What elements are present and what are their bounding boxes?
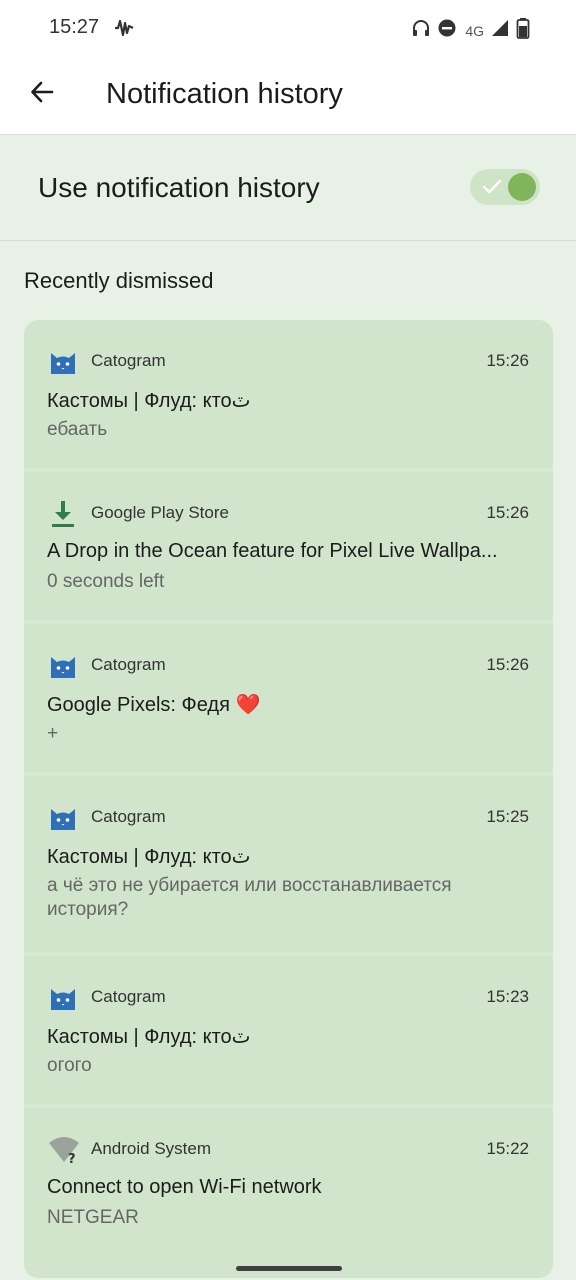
- notification-body: огого: [47, 1055, 92, 1076]
- app-name: Catogram: [91, 655, 166, 674]
- notification-title: Google Pixels: Федя ❤️: [47, 694, 261, 716]
- notification-item[interactable]: Catogram 15:26 Google Pixels: Федя ❤️ +: [24, 624, 553, 776]
- gesture-nav-handle[interactable]: [236, 1266, 342, 1271]
- notification-item[interactable]: Catogram 15:23 Кастомы | Флуд: ктоٽ огог…: [24, 956, 553, 1108]
- notification-time: 15:25: [486, 807, 529, 826]
- status-time: 15:27: [49, 16, 100, 38]
- download-icon: [48, 499, 78, 529]
- page-title: Notification history: [106, 78, 343, 110]
- app-name: Catogram: [91, 987, 166, 1006]
- app-name: Catogram: [91, 351, 166, 370]
- notification-title: Кастомы | Флуд: ктоٽ: [47, 1026, 251, 1048]
- notification-title: Кастомы | Флуд: ктоٽ: [47, 390, 251, 412]
- notification-item[interactable]: Google Play Store 15:26 A Drop in the Oc…: [24, 472, 553, 624]
- notification-body: ебаать: [47, 419, 108, 440]
- notification-time: 15:26: [486, 351, 529, 370]
- signal-icon: [490, 18, 510, 43]
- notification-time: 15:26: [486, 655, 529, 674]
- app-name: Android System: [91, 1139, 211, 1158]
- check-icon: [482, 179, 502, 200]
- notification-time: 15:22: [486, 1139, 529, 1158]
- arrow-back-icon: [29, 79, 55, 110]
- notification-title: A Drop in the Ocean feature for Pixel Li…: [47, 540, 498, 562]
- section-recently-dismissed: Recently dismissed: [24, 268, 214, 293]
- app-name: Google Play Store: [91, 503, 229, 522]
- network-type: 4G: [465, 22, 484, 39]
- notification-body: 0 seconds left: [47, 571, 165, 592]
- wifi-question-icon: ?: [48, 1135, 79, 1167]
- cat-icon: [48, 803, 78, 833]
- headphones-icon: [411, 18, 431, 43]
- notification-list: Catogram 15:26 Кастомы | Флуд: ктоٽ ебаа…: [24, 320, 553, 1278]
- cat-icon: [48, 347, 78, 377]
- notification-body: NETGEAR: [47, 1207, 139, 1228]
- do-not-disturb-icon: [437, 18, 457, 43]
- cat-icon: [48, 651, 78, 681]
- use-history-switch[interactable]: [470, 169, 540, 205]
- activity-icon: [113, 17, 135, 44]
- use-history-label: Use notification history: [38, 172, 320, 203]
- notification-item[interactable]: ? Android System 15:22 Connect to open W…: [24, 1108, 553, 1260]
- notification-item[interactable]: Catogram 15:26 Кастомы | Флуд: ктоٽ ебаа…: [24, 320, 553, 472]
- notification-body: +: [47, 723, 59, 744]
- status-bar: 15:27 4G: [0, 0, 576, 56]
- notification-time: 15:26: [486, 503, 529, 522]
- switch-knob: [508, 173, 536, 201]
- notification-item[interactable]: Catogram 15:25 Кастомы | Флуд: ктоٽ а чё…: [24, 776, 553, 956]
- app-name: Catogram: [91, 807, 166, 826]
- notification-time: 15:23: [486, 987, 529, 1006]
- svg-text:?: ?: [68, 1152, 76, 1165]
- notification-title: Connect to open Wi-Fi network: [47, 1176, 322, 1198]
- notification-title: Кастомы | Флуд: ктоٽ: [47, 846, 251, 868]
- battery-icon: [516, 17, 530, 44]
- use-history-row[interactable]: Use notification history: [0, 135, 576, 241]
- notification-body: а чё это не убирается или восстанавливае…: [47, 875, 452, 920]
- app-bar: Notification history: [0, 56, 576, 135]
- cat-icon: [48, 983, 78, 1013]
- back-button[interactable]: [22, 74, 62, 114]
